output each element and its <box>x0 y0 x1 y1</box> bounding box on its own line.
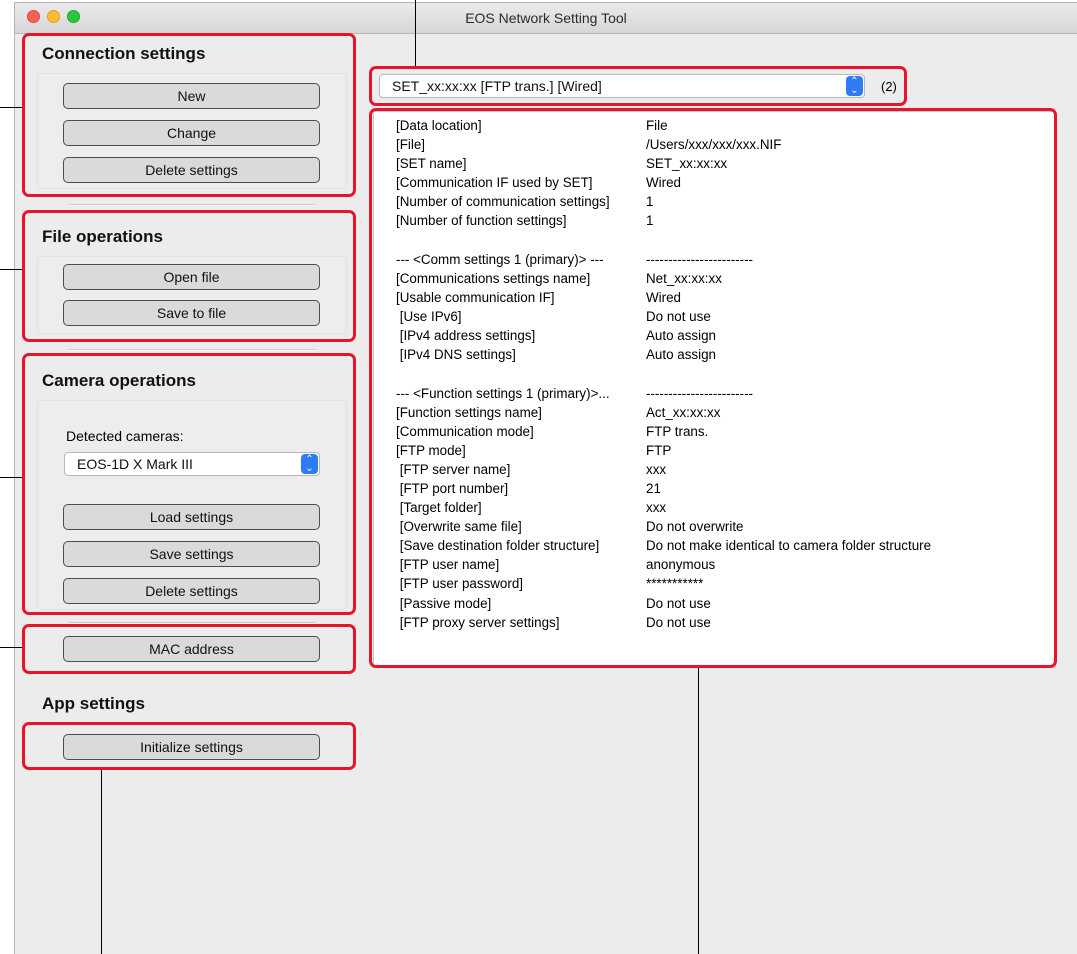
title-bar: EOS Network Setting Tool <box>15 3 1077 34</box>
annotation-line <box>0 269 23 270</box>
divider <box>69 204 315 206</box>
annotation-line <box>698 668 699 954</box>
annotation-line <box>0 107 23 108</box>
annotation-line <box>0 477 23 478</box>
annotation-line <box>101 770 102 954</box>
camera-operations-callout <box>22 353 356 615</box>
window-title: EOS Network Setting Tool <box>465 10 627 26</box>
divider <box>69 349 315 351</box>
mac-address-callout <box>22 624 356 674</box>
set-select-callout <box>369 66 907 106</box>
details-panel-callout <box>369 108 1057 668</box>
annotation-line <box>0 647 23 648</box>
file-operations-callout <box>22 210 356 342</box>
app-settings-callout <box>22 722 356 770</box>
connection-settings-callout <box>22 33 356 197</box>
annotation-line <box>415 0 416 68</box>
app-settings-heading: App settings <box>42 694 145 713</box>
